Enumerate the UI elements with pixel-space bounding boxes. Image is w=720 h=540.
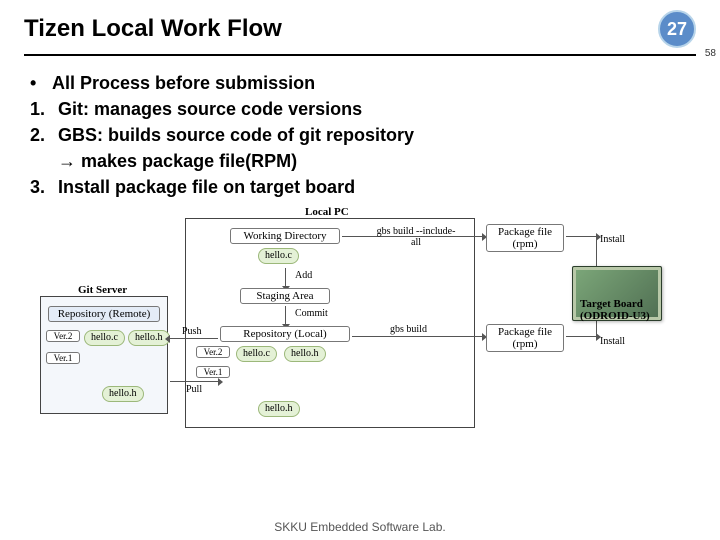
header-divider xyxy=(24,54,696,56)
item-2: GBS: builds source code of git repositor… xyxy=(58,122,414,148)
label-pull: Pull xyxy=(186,384,202,395)
sub-page-number: 58 xyxy=(705,48,716,59)
node-repo-remote: Repository (Remote) xyxy=(48,306,160,322)
label-push: Push xyxy=(182,326,201,337)
pill-rhelloc: hello.c xyxy=(84,330,125,346)
node-working-dir: Working Directory xyxy=(230,228,340,244)
label-target: Target Board (ODROID-U3) xyxy=(580,298,680,322)
label-install-2: Install xyxy=(600,336,625,347)
pill-helloh-2: hello.h xyxy=(284,346,326,362)
node-rver1: Ver.1 xyxy=(46,352,80,364)
label-install-1: Install xyxy=(600,234,625,245)
content-block: • All Process before submission 1. Git: … xyxy=(0,70,720,200)
pill-helloc-1: hello.c xyxy=(258,248,299,264)
lead-bullet: All Process before submission xyxy=(52,70,315,96)
label-gbs-all: gbs build --include-all xyxy=(376,226,456,248)
page-number: 27 xyxy=(667,19,687,40)
pill-rhelloh: hello.h xyxy=(128,330,170,346)
label-gbs: gbs build xyxy=(390,324,427,335)
footer-text: SKKU Embedded Software Lab. xyxy=(0,520,720,534)
label-commit: Commit xyxy=(295,308,328,319)
pill-helloc-2: hello.c xyxy=(236,346,277,362)
label-local-pc: Local PC xyxy=(305,206,349,218)
page-title: Tizen Local Work Flow xyxy=(24,15,282,43)
pill-helloh-3: hello.h xyxy=(258,401,300,417)
label-git-server: Git Server xyxy=(78,284,127,296)
node-rver2: Ver.2 xyxy=(46,330,80,342)
pill-rhelloh2: hello.h xyxy=(102,386,144,402)
node-pkg1: Package file (rpm) xyxy=(486,224,564,252)
num-3: 3. xyxy=(30,174,58,200)
item-1: Git: manages source code versions xyxy=(58,96,362,122)
num-2: 2. xyxy=(30,122,58,148)
item-2b: → makes package file(RPM) xyxy=(30,148,690,174)
label-add: Add xyxy=(295,270,312,281)
bullet-mark: • xyxy=(30,70,52,96)
item-3: Install package file on target board xyxy=(58,174,355,200)
num-1: 1. xyxy=(30,96,58,122)
node-ver1: Ver.1 xyxy=(196,366,230,378)
page-number-badge: 27 xyxy=(658,10,696,48)
workflow-diagram: Local PC Working Directory hello.c Add S… xyxy=(40,206,680,436)
node-pkg2: Package file (rpm) xyxy=(486,324,564,352)
node-repo-local: Repository (Local) xyxy=(220,326,350,342)
node-staging: Staging Area xyxy=(240,288,330,304)
node-ver2: Ver.2 xyxy=(196,346,230,358)
